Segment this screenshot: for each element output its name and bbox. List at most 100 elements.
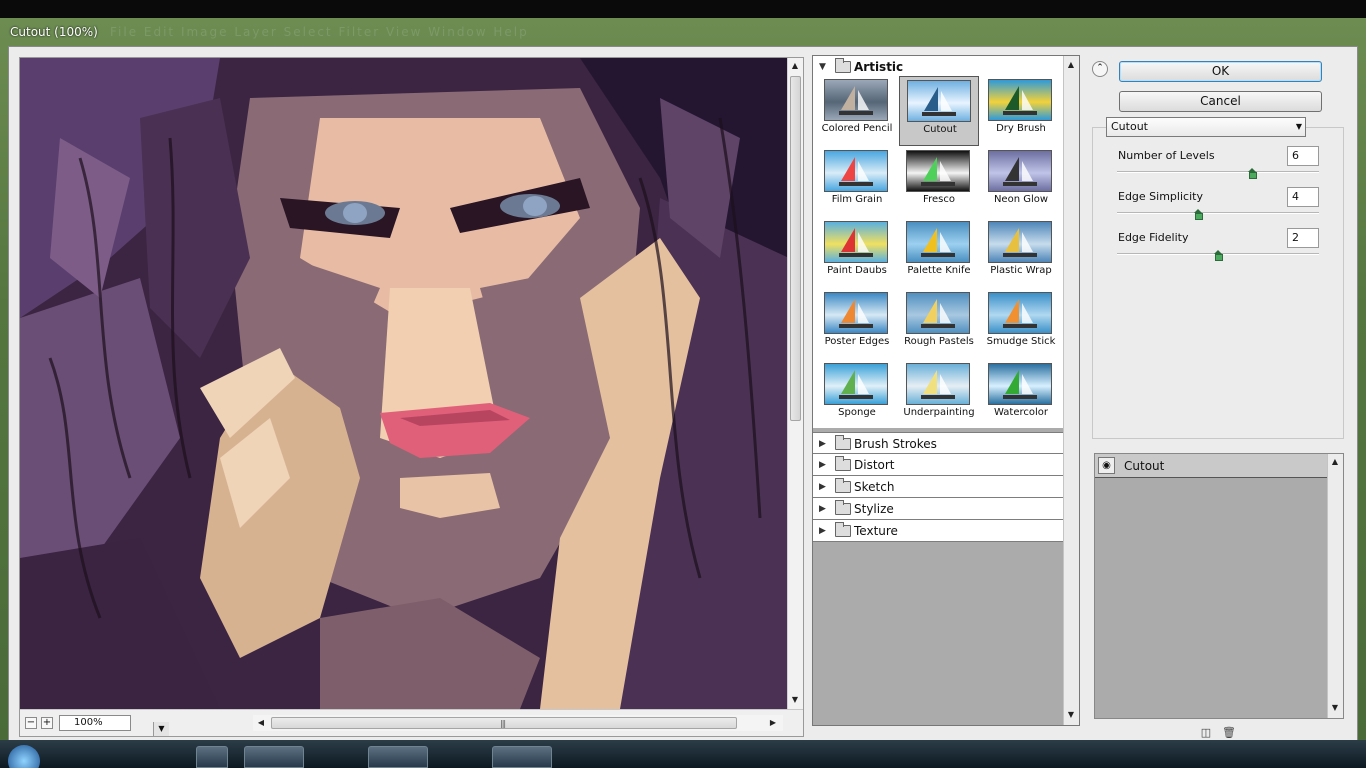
sailboat-icon [921, 299, 955, 328]
collapse-gallery-icon[interactable]: ⌃ [1092, 61, 1108, 77]
triangle-down-icon: ▼ [819, 62, 826, 72]
scroll-left-icon[interactable]: ◀ [255, 719, 267, 727]
filter-thumb-poster-edges[interactable]: Poster Edges [817, 289, 897, 359]
menu-ghost-text: File Edit Image Layer Select Filter View… [110, 25, 529, 39]
filter-thumb-watercolor[interactable]: Watercolor [981, 360, 1061, 430]
filter-preview-thumbnail [988, 150, 1052, 192]
filter-label: Fresco [923, 194, 955, 205]
new-effect-layer-icon[interactable]: ◫ [1200, 727, 1212, 739]
filter-label: Plastic Wrap [990, 265, 1052, 276]
filter-gallery-list: ▼ Artistic Colored Pencil Cutout Dry Brush… [812, 55, 1080, 726]
edge-fidelity-slider-thumb[interactable] [1214, 250, 1223, 261]
filter-select[interactable]: Cutout ▼ [1106, 117, 1306, 137]
category-header-sketch[interactable]: ▶ Sketch [813, 476, 1063, 498]
edge-simplicity-slider-track[interactable] [1117, 212, 1319, 214]
category-header-brush-strokes[interactable]: ▶ Brush Strokes [813, 432, 1063, 454]
taskbar-app-button[interactable] [244, 746, 304, 768]
filter-label: Poster Edges [824, 336, 890, 347]
scroll-down-icon[interactable]: ▼ [1065, 711, 1077, 719]
folder-icon [835, 478, 851, 493]
taskbar-app-button[interactable] [196, 746, 228, 768]
edge-simplicity-slider-thumb[interactable] [1193, 209, 1203, 220]
preview-horizontal-scrollbar[interactable]: ◀ ||| ▶ [253, 715, 783, 731]
filter-label: Cutout [923, 124, 957, 135]
filter-preview-thumbnail [988, 363, 1052, 405]
filter-thumb-underpainting[interactable]: Underpainting [899, 360, 979, 430]
zoom-level-field[interactable]: 100% ▼ [59, 715, 169, 736]
taskbar-app-button[interactable] [368, 746, 428, 768]
category-label: Distort [854, 458, 895, 472]
sailboat-icon [1003, 370, 1037, 399]
filter-preview-thumbnail [906, 221, 970, 263]
ok-button[interactable]: OK [1119, 61, 1322, 82]
taskbar-app-button[interactable] [492, 746, 552, 768]
number-of-levels-label: Number of Levels [1118, 149, 1215, 162]
start-icon[interactable] [8, 745, 40, 768]
scroll-down-icon[interactable]: ▼ [789, 696, 801, 704]
scroll-up-icon[interactable]: ▲ [1329, 458, 1341, 466]
zoom-level-value: 100% [74, 717, 103, 728]
filter-thumb-palette-knife[interactable]: Palette Knife [899, 218, 979, 288]
filter-preview-thumbnail [906, 363, 970, 405]
triangle-right-icon: ▶ [819, 482, 826, 492]
category-header-artistic[interactable]: ▼ Artistic [813, 56, 1063, 78]
filter-label: Film Grain [831, 194, 883, 205]
sailboat-icon [921, 157, 955, 186]
layers-scrollbar[interactable]: ▲ ▼ [1327, 454, 1343, 718]
filter-label: Underpainting [903, 407, 975, 418]
preview-image[interactable] [20, 58, 789, 709]
filter-preview-thumbnail [824, 79, 888, 121]
number-of-levels-slider-track[interactable] [1117, 171, 1319, 173]
filter-thumb-rough-pastels[interactable]: Rough Pastels [899, 289, 979, 359]
delete-effect-layer-icon[interactable]: 🗑 [1222, 727, 1236, 739]
filter-thumb-neon-glow[interactable]: Neon Glow [981, 147, 1061, 217]
taskbar [0, 740, 1366, 768]
filter-thumb-fresco[interactable]: Fresco [899, 147, 979, 217]
top-black-bar [0, 0, 1366, 18]
edge-simplicity-input[interactable]: 4 [1287, 187, 1319, 207]
cancel-button[interactable]: Cancel [1119, 91, 1322, 112]
filter-thumb-sponge[interactable]: Sponge [817, 360, 897, 430]
zoom-in-button[interactable]: + [41, 717, 53, 729]
category-header-distort[interactable]: ▶ Distort [813, 454, 1063, 476]
number-of-levels-input[interactable]: 6 [1287, 146, 1319, 166]
chevron-down-icon[interactable]: ▼ [153, 722, 169, 736]
preview-vscroll-thumb[interactable] [790, 76, 801, 421]
filter-thumb-dry-brush[interactable]: Dry Brush [981, 76, 1061, 146]
filter-label: Paint Daubs [827, 265, 887, 276]
filter-thumb-smudge-stick[interactable]: Smudge Stick [981, 289, 1061, 359]
filter-thumb-colored-pencil[interactable]: Colored Pencil [817, 76, 897, 146]
scroll-right-icon[interactable]: ▶ [767, 719, 779, 727]
filter-label: Watercolor [994, 407, 1048, 418]
filter-preview-thumbnail [907, 80, 971, 122]
filter-thumbnails: Colored Pencil Cutout Dry Brush Film Grain F… [817, 76, 1063, 426]
filter-label: Dry Brush [996, 123, 1046, 134]
filter-thumb-plastic-wrap[interactable]: Plastic Wrap [981, 218, 1061, 288]
zoom-out-button[interactable]: − [25, 717, 37, 729]
edge-fidelity-input[interactable]: 2 [1287, 228, 1319, 248]
preview-hscroll-thumb[interactable]: ||| [271, 717, 737, 729]
scroll-down-icon[interactable]: ▼ [1329, 704, 1341, 712]
effect-layers-panel: ◉ Cutout ▲ ▼ [1094, 453, 1344, 719]
gallery-scrollbar[interactable]: ▲ ▼ [1063, 56, 1079, 725]
sailboat-icon [1003, 86, 1037, 115]
sailboat-icon [1003, 157, 1037, 186]
cutout-portrait [20, 58, 789, 709]
sailboat-icon [1003, 228, 1037, 257]
category-header-stylize[interactable]: ▶ Stylize [813, 498, 1063, 520]
filter-thumb-cutout[interactable]: Cutout [899, 76, 979, 146]
filter-preview-thumbnail [988, 79, 1052, 121]
sailboat-icon [839, 299, 873, 328]
scroll-up-icon[interactable]: ▲ [789, 62, 801, 70]
filter-thumb-paint-daubs[interactable]: Paint Daubs [817, 218, 897, 288]
eye-icon[interactable]: ◉ [1098, 457, 1115, 474]
filter-label: Sponge [838, 407, 876, 418]
filter-thumb-film-grain[interactable]: Film Grain [817, 147, 897, 217]
sailboat-icon [921, 370, 955, 399]
category-header-texture[interactable]: ▶ Texture [813, 520, 1063, 542]
number-of-levels-slider-thumb[interactable] [1248, 168, 1258, 179]
effect-layer-row[interactable]: ◉ Cutout [1095, 454, 1327, 478]
scroll-up-icon[interactable]: ▲ [1065, 61, 1077, 69]
preview-vertical-scrollbar[interactable]: ▲ ▼ [787, 58, 803, 709]
preview-status-bar: − + 100% ▼ ◀ ||| ▶ [20, 709, 803, 736]
